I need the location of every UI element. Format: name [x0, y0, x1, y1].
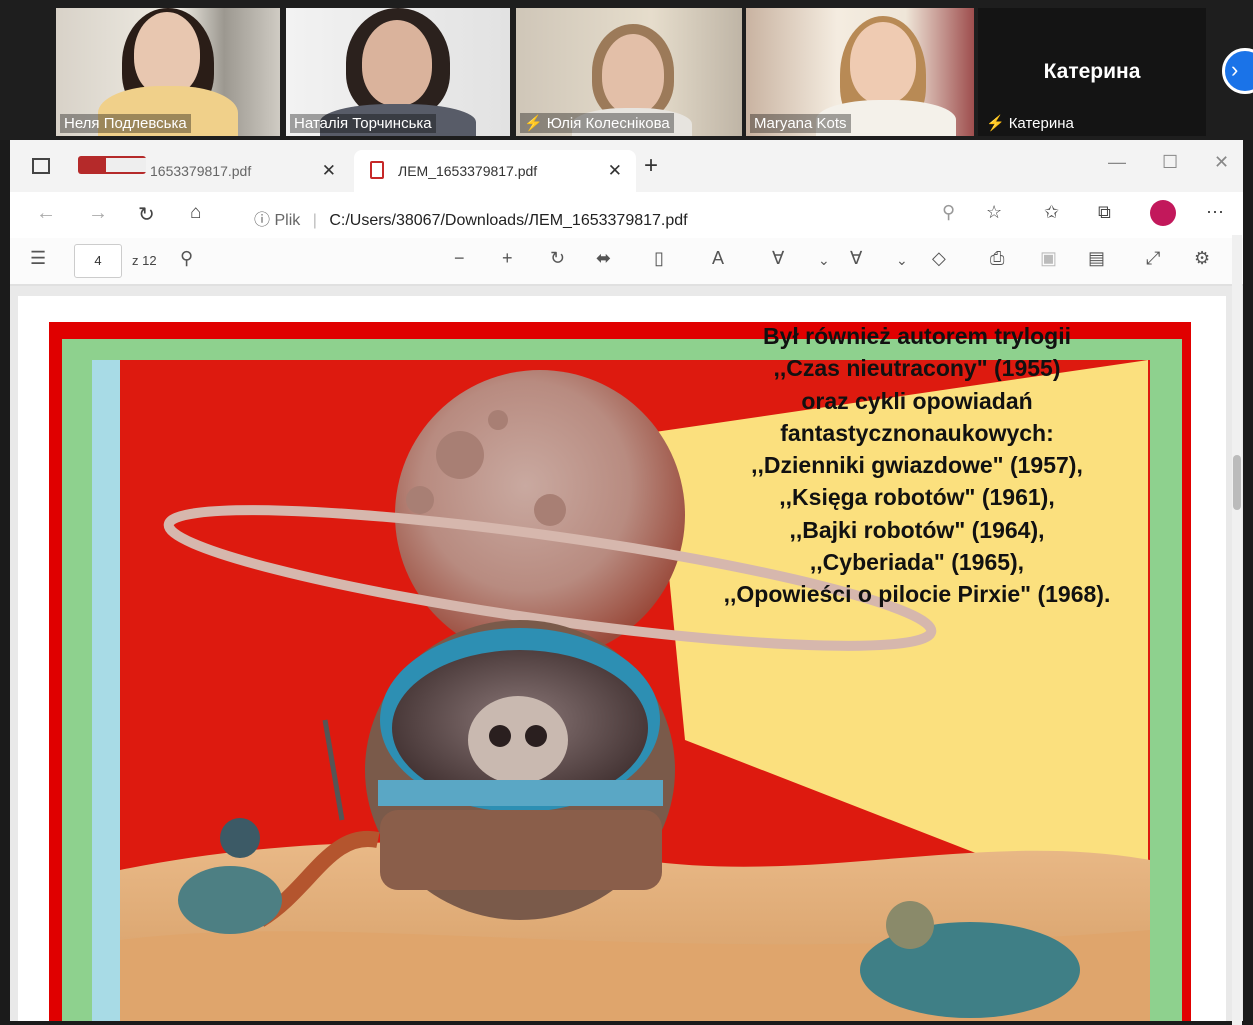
profile-avatar[interactable] [1150, 200, 1176, 226]
save-icon[interactable]: ▣ [1040, 248, 1057, 269]
collections-icon[interactable]: ⧉ [1098, 202, 1111, 223]
participant-name: Неля Подлевська [60, 114, 191, 133]
participant-name: Наталія Торчинська [290, 114, 436, 133]
quote-line: ,,Cyberiada" (1965), [809, 549, 1025, 576]
zoom-in-icon[interactable]: + [502, 248, 513, 269]
pdf-file-icon [370, 161, 384, 179]
quote-line: ,,Księga robotów" (1961), [779, 484, 1055, 511]
refresh-icon[interactable]: ↻ [138, 202, 155, 227]
back-icon[interactable]: ← [36, 202, 56, 225]
close-window-icon[interactable]: ✕ [1214, 152, 1229, 173]
favorites-icon[interactable]: ✩ [1044, 202, 1059, 223]
participant-name: ⚡ Катерина [986, 115, 1074, 132]
participant-tile[interactable]: Катерина ⚡ Катерина [978, 8, 1206, 136]
draw-icon[interactable]: ∀ [772, 248, 784, 269]
zoom-icon[interactable]: ⚲ [942, 202, 955, 223]
video-strip: Неля Подлевська Наталія Торчинська ⚡ Юлія… [0, 0, 1253, 140]
quote-line: ,,Dzienniki gwiazdowe" (1957), [751, 452, 1083, 479]
rotate-icon[interactable]: ↻ [550, 248, 565, 269]
participant-name: Maryana Kots [750, 114, 851, 133]
slide-quote-text: Był również autorem trylogii ,,Czas nieu… [682, 320, 1152, 611]
quote-line: ,,Bajki robotów" (1964), [789, 516, 1045, 543]
read-aloud-icon[interactable]: A [712, 248, 724, 269]
info-icon[interactable]: ⓘ [254, 212, 270, 229]
address-bar: ← → ↻ ⌂ ⓘ Plik | C:/Users/38067/Download… [10, 192, 1243, 239]
save-as-icon[interactable]: ▤ [1088, 248, 1105, 269]
participant-tile[interactable]: Неля Подлевська [56, 8, 280, 136]
separator: | [312, 212, 317, 229]
close-tab-icon[interactable]: ✕ [608, 161, 622, 181]
tab-title: 1653379817.pdf [150, 163, 252, 179]
quote-line: ,,Czas nieutracony" (1955) [773, 355, 1061, 382]
participant-tile[interactable]: Maryana Kots [746, 8, 974, 136]
participant-name: ⚡ Юлія Колеснікова [520, 113, 674, 133]
muted-mic-icon: ⚡ [986, 115, 1005, 132]
draw-options-icon[interactable]: ⌄ [818, 252, 830, 269]
muted-mic-icon: ⚡ [524, 115, 543, 132]
tab-title: ЛЕМ_1653379817.pdf [398, 163, 538, 179]
quote-line: fantastycznonaukowych: [780, 419, 1054, 446]
print-icon[interactable]: ⎙ [990, 248, 1004, 269]
tab-pdf-1[interactable]: 1653379817.pdf ✕ [78, 150, 350, 192]
fit-width-icon[interactable]: ⬌ [596, 248, 611, 269]
highlight-icon[interactable]: ∀ [850, 248, 862, 269]
participant-tile[interactable]: Наталія Торчинська [286, 8, 510, 136]
pdf-toolbar: ☰ 4 z 12 ⚲ − + ↻ ⬌ ▯ A ∀ ⌄ ∀ ⌄ ◇ ⎙ ▣ ▤ ⤢… [10, 238, 1243, 286]
close-tab-icon[interactable]: ✕ [322, 161, 336, 181]
minimize-icon[interactable]: — [1108, 152, 1126, 173]
participant-tile[interactable]: ⚡ Юлія Колеснікова [516, 8, 742, 136]
tab-actions-icon[interactable] [32, 158, 50, 174]
new-tab-button[interactable]: + [644, 152, 658, 180]
search-icon[interactable]: ⚲ [180, 248, 193, 269]
page-view-icon[interactable]: ▯ [654, 248, 664, 269]
scrollbar[interactable] [1232, 235, 1242, 1025]
fullscreen-icon[interactable]: ⤢ [1146, 248, 1160, 269]
more-menu-icon[interactable]: ⋯ [1206, 202, 1224, 223]
contents-icon[interactable]: ☰ [30, 248, 46, 269]
page-count: z 12 [132, 253, 157, 268]
redacted-area [106, 158, 146, 172]
forward-icon[interactable]: → [88, 202, 108, 225]
participant-big-name: Катерина [1043, 60, 1141, 83]
url-field[interactable]: ⓘ Plik | C:/Users/38067/Downloads/ЛЕМ_16… [254, 206, 688, 230]
quote-line: Był również autorem trylogii [763, 323, 1071, 349]
home-icon[interactable]: ⌂ [190, 202, 201, 224]
url-text: C:/Users/38067/Downloads/ЛЕМ_1653379817.… [329, 212, 688, 229]
site-label: Plik [274, 212, 301, 229]
add-favorite-icon[interactable]: ☆ [986, 202, 1002, 223]
page-number-input[interactable]: 4 [74, 244, 122, 278]
quote-line: ,,Opowieści o pilocie Pirxie" (1968). [723, 581, 1111, 608]
tab-pdf-2[interactable]: ЛЕМ_1653379817.pdf ✕ [354, 150, 636, 192]
eraser-icon[interactable]: ◇ [932, 248, 946, 269]
highlight-options-icon[interactable]: ⌄ [896, 252, 908, 269]
zoom-out-icon[interactable]: − [454, 248, 465, 269]
tab-bar: 1653379817.pdf ✕ ЛЕМ_1653379817.pdf ✕ + … [10, 140, 1243, 192]
scrollbar-thumb[interactable] [1233, 455, 1241, 510]
settings-icon[interactable]: ⚙ [1194, 248, 1210, 269]
quote-line: oraz cykli opowiadań [801, 387, 1033, 414]
next-participants-button[interactable]: › [1222, 48, 1253, 94]
maximize-icon[interactable]: ☐ [1162, 152, 1178, 173]
